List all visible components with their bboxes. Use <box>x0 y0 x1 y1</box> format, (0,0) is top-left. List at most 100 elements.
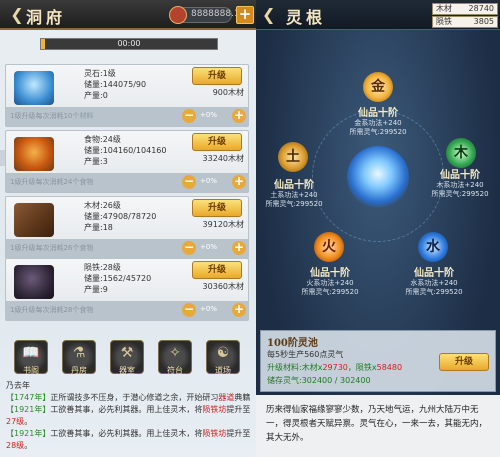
crystal-icon <box>14 71 54 105</box>
building-card: 木材:26级 储量:47908/78720 产量:18 升级 39120木材 1… <box>5 196 249 259</box>
timer-progress-bar: 00:00 <box>40 38 218 50</box>
allocation-hint: 1级升级每次消耗10个材料 <box>10 112 94 120</box>
cave-panel: ❮ 洞府 8888888.10 + 00:00 灵石:1级 储量:144075/… <box>0 0 256 457</box>
upgrade-button[interactable]: 升级 <box>192 67 242 85</box>
earth-element-label: 仙品十阶 土系功法+240 所需灵气:299520 <box>256 176 334 209</box>
wood-element-label: 仙品十阶 木系功法+240 所需灵气:299520 <box>420 166 500 199</box>
log-text: 提升至 <box>226 405 250 414</box>
building-info: 食物:24级 储量:104160/104160 产量:3 <box>84 134 166 167</box>
log-text: 工欲善其事，必先利其器。用上佳灵木，将 <box>50 405 203 414</box>
earth-element-icon[interactable]: 土 <box>278 142 308 172</box>
minus-button[interactable]: − <box>182 241 196 255</box>
material-sep: ，陨铁x <box>347 363 377 372</box>
building-storage: 储量:47908/78720 <box>84 212 157 221</box>
upgrade-button[interactable]: 升级 <box>192 133 242 151</box>
element-cost: 所需灵气:299520 <box>301 288 359 296</box>
log-line: 乃去年 <box>6 380 250 392</box>
upgrade-cost: 39120木材 <box>202 220 244 229</box>
allocation-percent: +0% <box>200 177 217 185</box>
upgrade-button[interactable]: 升级 <box>192 261 242 279</box>
building-output: 产量:3 <box>84 157 108 166</box>
building-output: 产量:0 <box>84 91 108 100</box>
log-text: 乃去年 <box>6 381 30 390</box>
building-output: 产量:9 <box>84 285 108 294</box>
spirit-orb[interactable] <box>347 146 409 208</box>
pool-upgrade-button[interactable]: 升级 <box>439 353 489 371</box>
building-output: 产量:18 <box>84 223 113 232</box>
plus-button[interactable]: + <box>232 303 246 317</box>
alchemy-button[interactable]: ⚗ 丹房 <box>62 340 96 375</box>
minus-button[interactable]: − <box>182 109 196 123</box>
plus-button[interactable]: + <box>232 175 246 189</box>
metal-element-icon[interactable]: 金 <box>363 72 393 102</box>
element-cost: 所需灵气:299520 <box>265 200 323 208</box>
upgrade-button[interactable]: 升级 <box>192 199 242 217</box>
forge-button[interactable]: ⚒ 器室 <box>110 340 144 375</box>
allocation-percent: +0% <box>200 305 217 313</box>
spirit-pool-panel: 100阶灵池 每5秒生产560点灵气 升级材料:木材x29730，陨铁x5848… <box>260 330 496 392</box>
back-arrow-icon[interactable]: ❮ <box>6 5 28 25</box>
log-year: 【1921年】 <box>6 429 51 438</box>
stat-value: 3805 <box>473 17 494 26</box>
wood-element-icon[interactable]: 木 <box>446 138 476 168</box>
minus-button[interactable]: − <box>182 175 196 189</box>
library-button[interactable]: 📖 书阁 <box>14 340 48 375</box>
allocation-hint: 1级升级每次消耗26个食物 <box>10 244 94 252</box>
element-title: 仙品十阶 <box>440 170 480 181</box>
stat-label: 木材 <box>436 4 452 13</box>
log-year: 【1921年】 <box>6 405 51 414</box>
nav-label: 丹房 <box>71 366 87 375</box>
stat-value: 28740 <box>468 4 494 13</box>
iron-stat: 陨铁 3805 <box>432 16 498 28</box>
pool-production: 每5秒生产560点灵气 <box>267 350 344 359</box>
wood-amount: 29730 <box>322 363 348 372</box>
building-card: 陨铁:28级 储量:1562/45720 产量:9 升级 30360木材 1级升… <box>5 258 249 321</box>
log-text: 。 <box>24 417 33 426</box>
upgrade-cost: 33240木材 <box>202 154 244 163</box>
resource-pill: 8888888.10 <box>169 6 245 24</box>
add-resource-button[interactable]: + <box>236 6 254 24</box>
allocation-strip: 1级升级每次消耗10个材料 − +0% + <box>6 107 248 126</box>
building-name: 木材:26级 <box>84 201 121 210</box>
element-title: 仙品十阶 <box>414 268 454 279</box>
element-cost: 所需灵气:299520 <box>431 190 489 198</box>
nav-label: 符台 <box>167 366 183 375</box>
log-line: 28级。 <box>6 440 250 452</box>
allocation-strip: 1级升级每次消耗28个食物 − +0% + <box>6 301 248 320</box>
pool-title: 100阶灵池 <box>267 338 318 349</box>
plus-button[interactable]: + <box>232 241 246 255</box>
log-line: 【1921年】工欲善其事，必先利其器。用上佳灵木，将陨铁坊提升至 <box>6 404 250 416</box>
forge-icon: ⚒ <box>120 345 134 361</box>
allocation-hint: 1级升级每次消耗28个食物 <box>10 306 94 314</box>
lantern-icon: ☯ <box>216 345 230 361</box>
log-year: 【1747年】 <box>6 393 51 402</box>
log-line: 【1921年】工欲善其事，必先利其器。用上佳灵木，将陨铁坊提升至 <box>6 428 250 440</box>
element-bonus: 木系功法+240 <box>436 181 484 189</box>
element-bonus: 火系功法+240 <box>306 279 354 287</box>
log-text: 典籍。 <box>234 393 250 402</box>
back-arrow-icon[interactable]: ❮ <box>262 5 275 25</box>
element-cost: 所需灵气:299520 <box>405 288 463 296</box>
plus-button[interactable]: + <box>232 109 246 123</box>
talisman-button[interactable]: ✧ 符台 <box>158 340 192 375</box>
water-element-icon[interactable]: 水 <box>418 232 448 262</box>
upgrade-cost: 30360木材 <box>202 282 244 291</box>
dojo-button[interactable]: ☯ 道场 <box>206 340 240 375</box>
metal-element-label: 仙品十阶 金系功法+240 所需灵气:299520 <box>338 104 418 137</box>
allocation-strip: 1级升级每次消耗26个食物 − +0% + <box>6 239 248 258</box>
upgrade-cost: 900木材 <box>212 88 244 97</box>
allocation-percent: +0% <box>200 111 217 119</box>
screen: ❮ 洞府 8888888.10 + 00:00 灵石:1级 储量:144075/… <box>0 0 500 457</box>
facility-nav: 📖 书阁 ⚗ 丹房 ⚒ 器室 ✧ 符台 ☯ 道场 <box>0 338 256 378</box>
building-storage: 储量:1562/45720 <box>84 274 152 283</box>
building-name: 食物:24级 <box>84 135 121 144</box>
fire-element-icon[interactable]: 火 <box>314 232 344 262</box>
nav-label: 书阁 <box>23 366 39 375</box>
element-bonus: 金系功法+240 <box>354 119 402 127</box>
building-card: 灵石:1级 储量:144075/90 产量:0 升级 900木材 1级升级每次消… <box>5 64 249 127</box>
minus-button[interactable]: − <box>182 303 196 317</box>
log-text: 提升至 <box>226 429 250 438</box>
wood-icon <box>14 203 54 237</box>
element-cost: 所需灵气:299520 <box>349 128 407 136</box>
element-bonus: 水系功法+240 <box>410 279 458 287</box>
